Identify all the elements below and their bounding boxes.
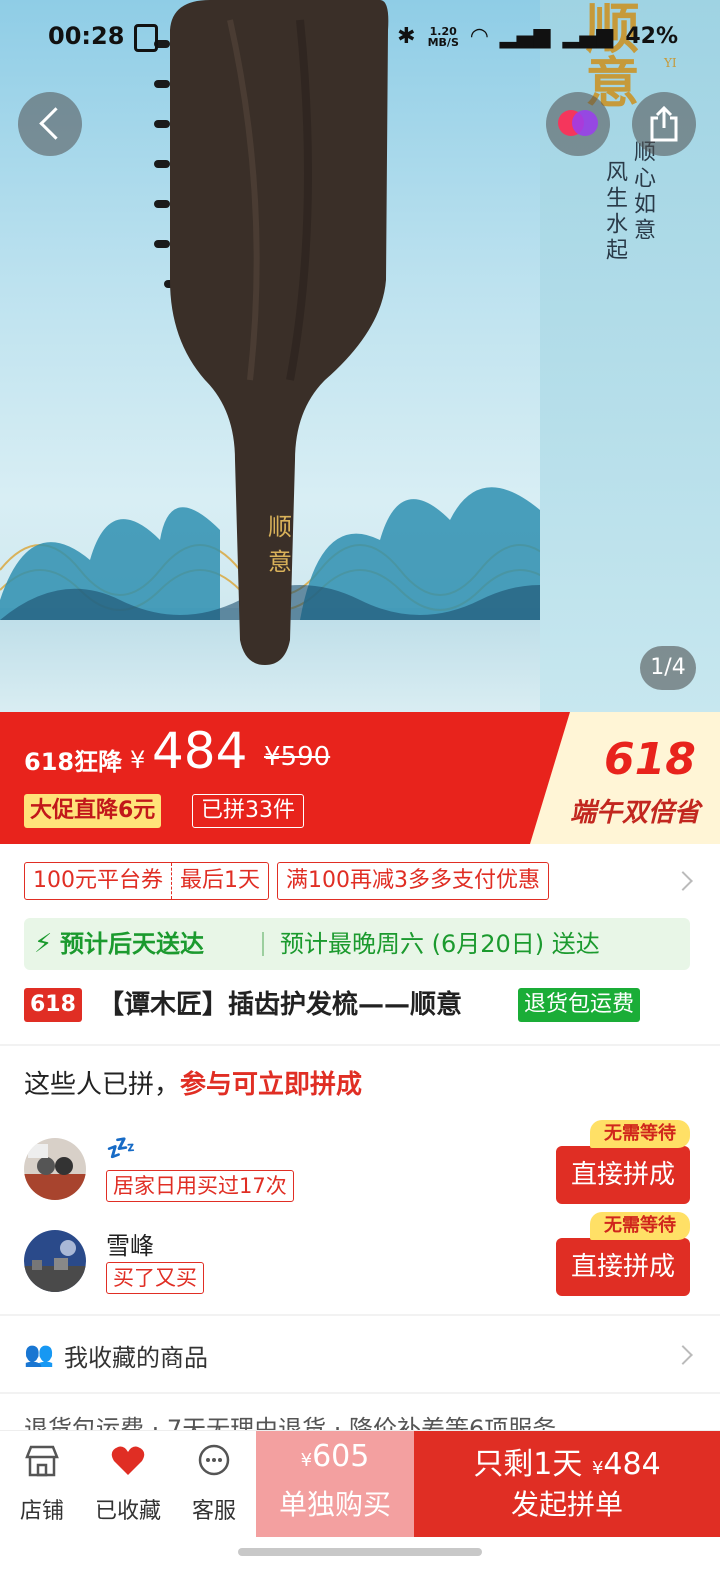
slogan-1: 顺心如意 <box>630 140 655 244</box>
price-banner: 618狂降 ¥ 484 ¥590 大促直降6元 已拼33件 618 端午双倍省 <box>0 712 720 844</box>
chat-icon <box>198 1444 230 1476</box>
share-button[interactable] <box>632 92 696 156</box>
favorites-row[interactable]: 👥 我收藏的商品 <box>24 1336 696 1376</box>
product-title: 【谭木匠】插齿护发梳——顺意 <box>98 990 463 1020</box>
group-label: 发起拼单 <box>510 1488 623 1521</box>
buyer-name: 雪峰 <box>106 1232 154 1260</box>
store-nav[interactable]: 店铺 <box>2 1431 82 1537</box>
slogan-2: 风生水起 <box>602 160 627 264</box>
wifi-icon: ◠ <box>470 24 488 49</box>
group-heading-highlight: 参与可立即拼成 <box>180 1070 363 1100</box>
status-time: 00:28 <box>48 22 125 50</box>
brush-text-1: 顺 <box>268 513 292 541</box>
group-heading: 这些人已拼，参与可立即拼成 <box>24 1064 362 1101</box>
original-price: ¥590 <box>264 742 331 772</box>
sold-count-tag: 已拼33件 <box>192 794 304 828</box>
title-618-badge: 618 <box>24 988 82 1022</box>
delivery-estimate: ⚡ 预计后天送达 预计最晚周六 (6月20日) 送达 <box>24 918 690 970</box>
alone-price: ¥605 <box>300 1439 370 1474</box>
lightning-icon: ⚡ <box>34 929 53 959</box>
buyer-tag: 居家日用买过17次 <box>106 1170 294 1202</box>
avatar <box>24 1230 86 1292</box>
share-icon <box>650 106 678 142</box>
signal-icon-2: ▂▄▆ <box>562 24 614 49</box>
hairbrush-image: 顺 意 <box>154 0 389 665</box>
promo-618: 618 <box>604 734 696 785</box>
avatar <box>24 1138 86 1200</box>
bottom-action-bar: 店铺 已收藏 客服 ¥605 单独购买 只剩1天 ¥484 发起拼单 <box>0 1430 720 1537</box>
status-bar: 00:28 ✱ 1.20 MB/S ◠ ▂▄▆ ▂▄▆ 42% <box>0 20 720 60</box>
page-indicator: 1/4 <box>640 646 696 690</box>
home-indicator <box>238 1548 482 1556</box>
battery-level: 42% <box>625 24 678 49</box>
favorites-label: 我收藏的商品 <box>64 1344 208 1372</box>
sim-icon <box>134 24 158 52</box>
product-title-row: 618 【谭木匠】插齿护发梳——顺意 退货包运费 <box>24 986 704 1026</box>
buyer-tag: 买了又买 <box>106 1262 204 1294</box>
brush-text-2: 意 <box>268 548 292 576</box>
store-label: 店铺 <box>19 1499 64 1524</box>
join-group-button[interactable]: 直接拼成 <box>556 1146 690 1204</box>
service-nav[interactable]: 客服 <box>174 1431 254 1537</box>
discount-tag: 大促直降6元 <box>24 794 162 828</box>
delivery-latest: 预计最晚周六 (6月20日) 送达 <box>280 930 600 958</box>
promo-subtitle: 端午双倍省 <box>570 798 701 828</box>
pdd-shortcut-button[interactable] <box>546 92 610 156</box>
platform-coupon-amount: 100元平台券 <box>25 863 172 899</box>
platform-coupon[interactable]: 100元平台券 最后1天 <box>24 862 269 900</box>
platform-coupon-expiry: 最后1天 <box>180 868 260 893</box>
product-image-carousel[interactable]: 顺 意 顺意 YI 顺心如意 风生水起 00:28 ✱ 1.20 MB/S ◠ ▂… <box>0 0 720 712</box>
bluetooth-icon: ✱ <box>397 24 416 49</box>
no-wait-badge: 无需等待 <box>590 1212 690 1240</box>
buyer-name: 💤 <box>106 1134 136 1162</box>
group-buyer: 💤 居家日用买过17次 直接拼成 无需等待 <box>24 1120 696 1208</box>
current-price: 484 <box>152 722 248 780</box>
net-speed: 1.20 MB/S <box>427 24 459 49</box>
people-icon: 👥 <box>24 1340 54 1368</box>
favorite-nav[interactable]: 已收藏 <box>88 1431 168 1537</box>
coupon-row[interactable]: 100元平台券 最后1天 满100再减3多多支付优惠 <box>24 862 549 900</box>
group-heading-plain: 这些人已拼， <box>24 1070 181 1100</box>
coupon-chevron-icon[interactable] <box>673 871 693 891</box>
group-buyer: 雪峰 买了又买 直接拼成 无需等待 <box>24 1212 696 1300</box>
divider <box>0 1392 720 1394</box>
group-price: 只剩1天 ¥484 <box>473 1447 661 1482</box>
heart-icon <box>111 1446 145 1475</box>
signal-icon-1: ▂▄▆ <box>499 24 551 49</box>
delivery-fast: 预计后天送达 <box>60 930 204 958</box>
delivery-divider <box>262 932 264 956</box>
status-icons: ✱ 1.20 MB/S ◠ ▂▄▆ ▂▄▆ 42% <box>397 24 678 49</box>
back-button[interactable] <box>18 92 82 156</box>
favorited-label: 已收藏 <box>94 1499 161 1524</box>
join-group-button[interactable]: 直接拼成 <box>556 1238 690 1296</box>
start-group-button[interactable]: 只剩1天 ¥484 发起拼单 <box>414 1431 720 1537</box>
no-wait-badge: 无需等待 <box>590 1120 690 1148</box>
pay-discount-coupon[interactable]: 满100再减3多多支付优惠 <box>277 862 549 900</box>
buy-alone-button[interactable]: ¥605 单独购买 <box>256 1431 414 1537</box>
return-shipping-tag: 退货包运费 <box>518 988 641 1022</box>
price-yen: ¥ <box>130 746 146 774</box>
sale-label: 618狂降 <box>24 748 123 776</box>
store-icon <box>25 1445 59 1477</box>
alone-label: 单独购买 <box>278 1488 391 1521</box>
service-label: 客服 <box>191 1499 236 1524</box>
divider <box>0 1314 720 1316</box>
divider <box>0 1044 720 1046</box>
